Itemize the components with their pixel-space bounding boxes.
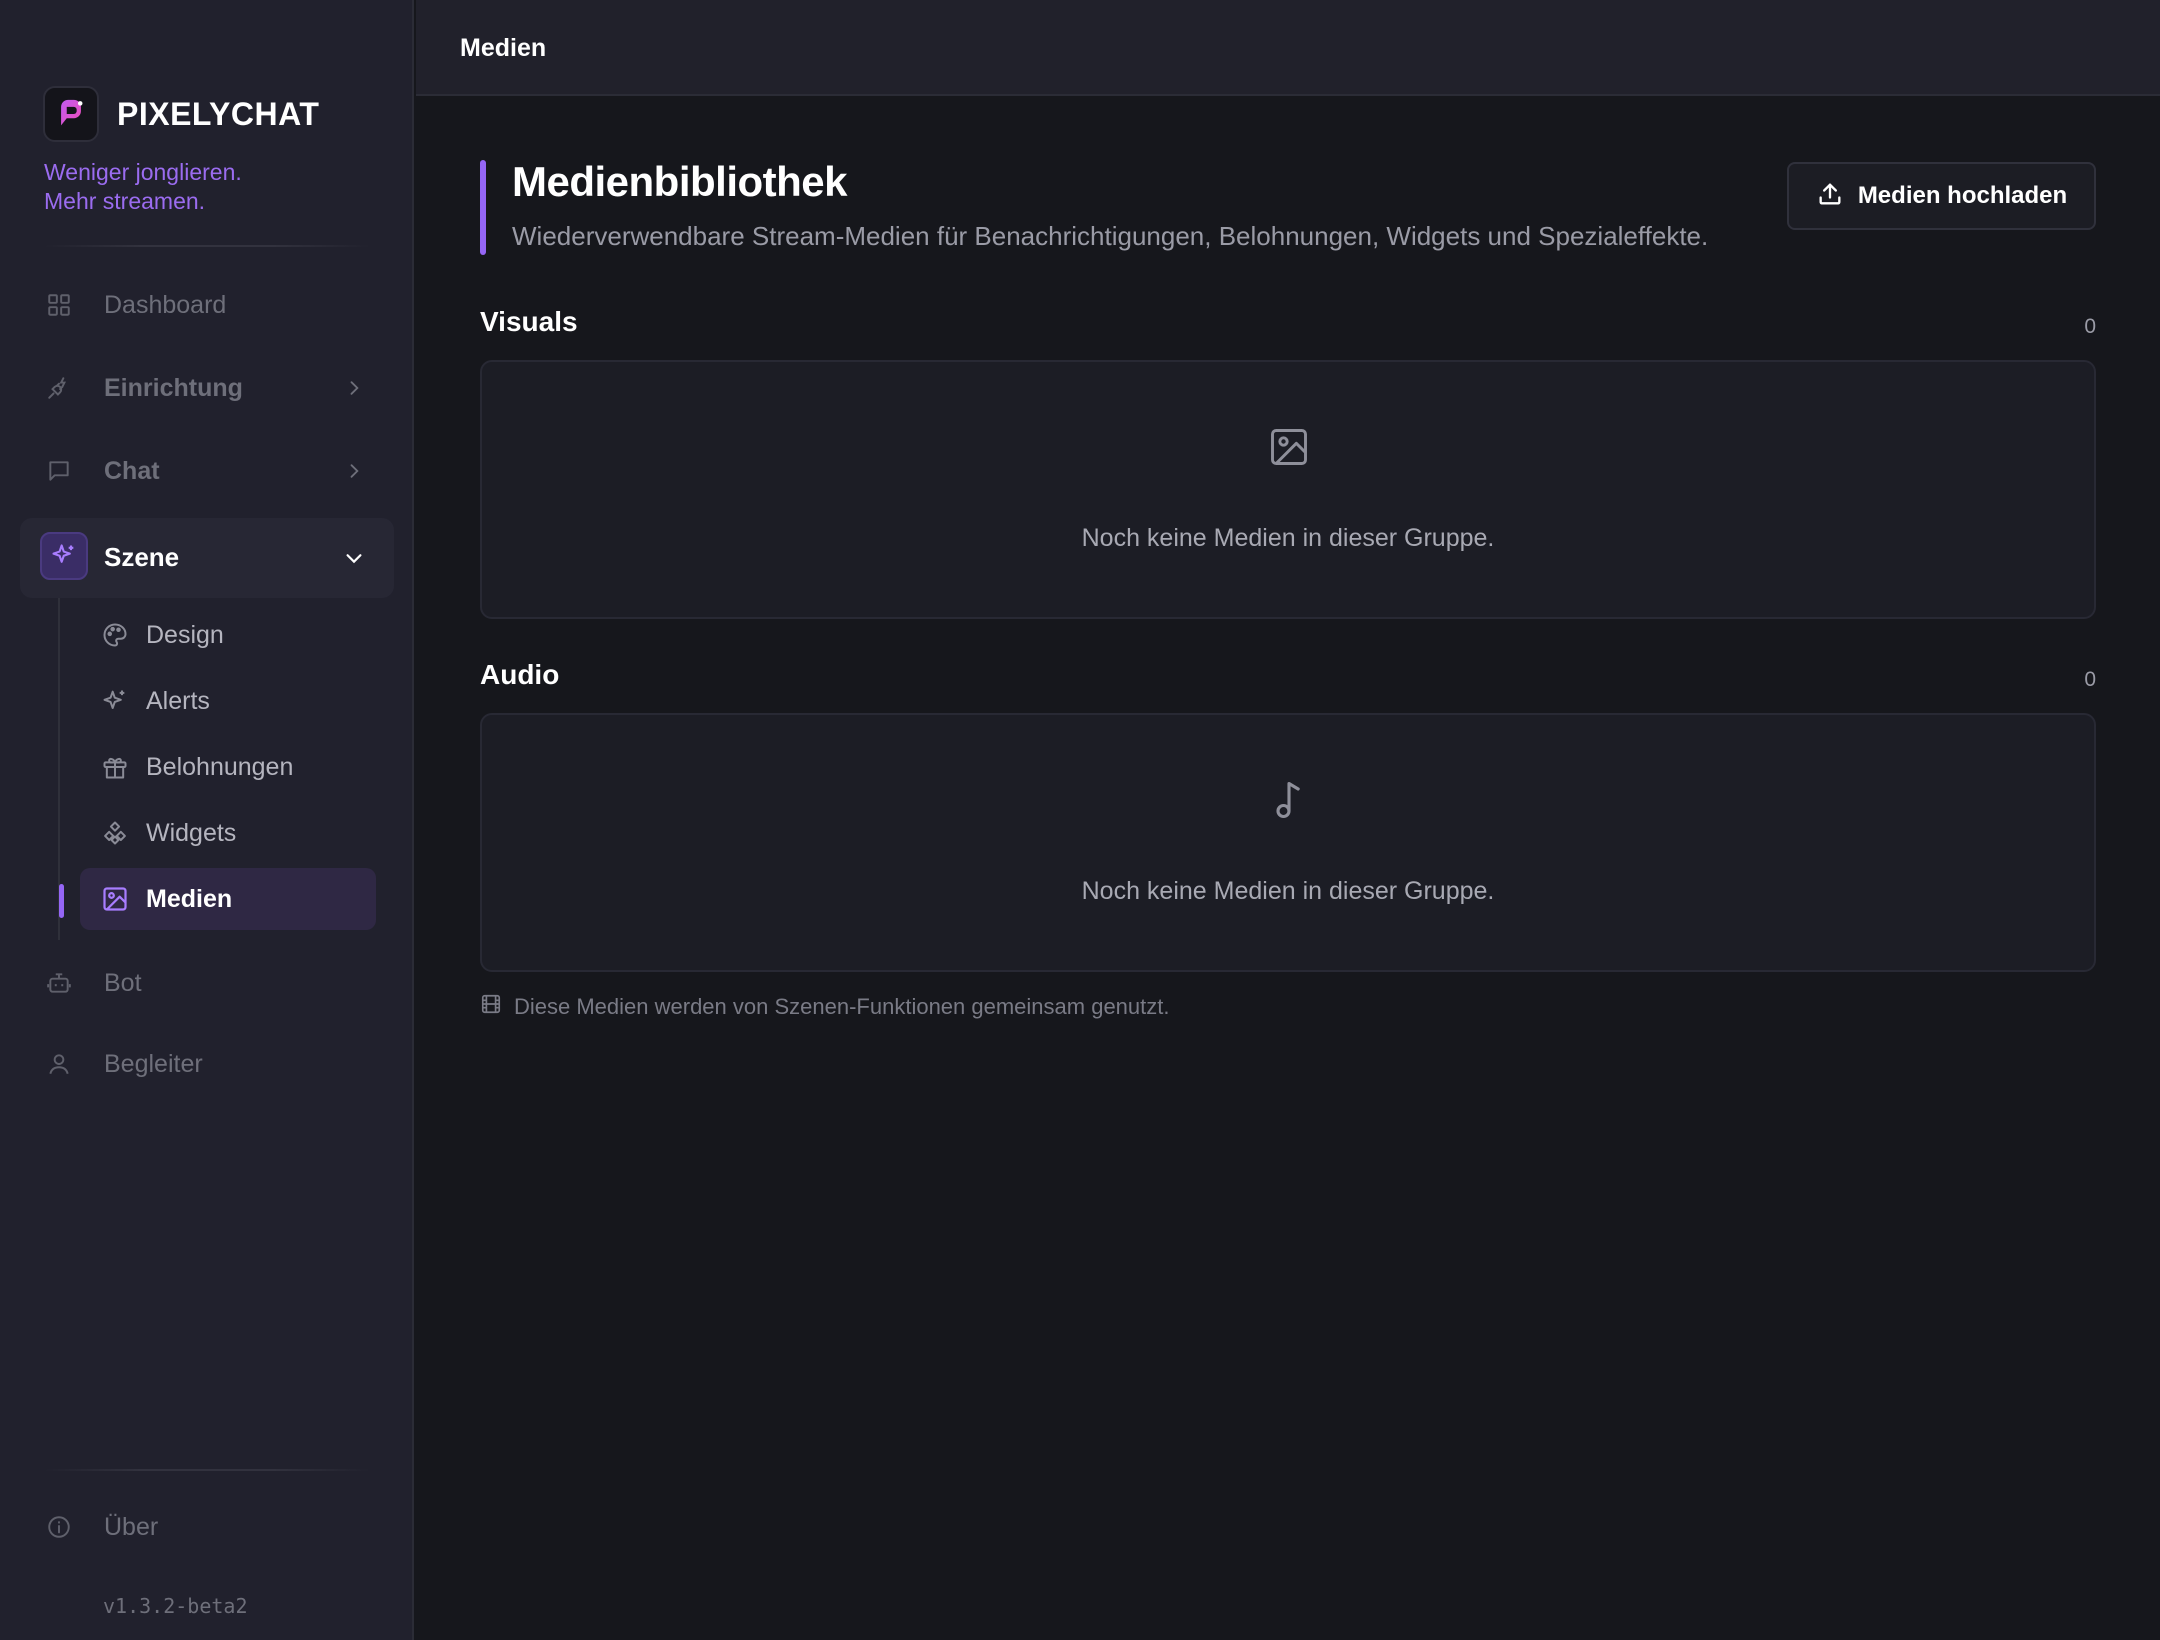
chevron-right-icon — [340, 457, 368, 485]
info-icon — [44, 1512, 74, 1542]
upload-media-label: Medien hochladen — [1857, 182, 2068, 209]
sidebar-item-chat[interactable]: Chat — [44, 441, 374, 501]
sidebar-item-label: Szene — [104, 542, 180, 572]
sidebar-subitem-label: Belohnungen — [146, 752, 294, 781]
sparkles-icon — [40, 532, 88, 580]
empty-state-text: Noch keine Medien in dieser Gruppe. — [1081, 524, 1495, 552]
bot-icon — [44, 968, 74, 998]
music-note-icon — [1266, 777, 1312, 823]
topbar-title: Medien — [460, 34, 547, 62]
sidebar-item-einrichtung[interactable]: Einrichtung — [44, 358, 374, 418]
chevron-right-icon — [340, 374, 368, 402]
empty-state-text: Noch keine Medien in dieser Gruppe. — [1081, 877, 1495, 905]
tagline-line-1: Weniger jonglieren. — [44, 159, 242, 185]
sidebar-item-begleiter[interactable]: Begleiter — [44, 1034, 374, 1094]
sidebar-subitem-alerts[interactable]: Alerts — [80, 670, 376, 732]
brand[interactable]: PIXELYCHAT — [43, 86, 319, 142]
version-label: v1.3.2-beta2 — [103, 1594, 248, 1618]
section-title-visuals: Visuals — [480, 306, 578, 337]
chevron-down-icon — [340, 544, 368, 572]
media-panel-audio[interactable]: Noch keine Medien in dieser Gruppe. — [480, 713, 2096, 972]
gift-icon — [100, 752, 130, 782]
film-icon — [480, 993, 502, 1020]
active-indicator — [59, 884, 64, 918]
tagline: Weniger jonglieren. Mehr streamen. — [44, 158, 242, 216]
footnote-text: Diese Medien werden von Szenen-Funktione… — [514, 993, 1170, 1019]
page-subtitle: Wiederverwendbare Stream-Medien für Bena… — [512, 221, 1709, 251]
shapes-icon — [100, 818, 130, 848]
user-icon — [44, 1049, 74, 1079]
message-icon — [44, 456, 74, 486]
sidebar-divider — [44, 245, 370, 247]
sidebar: PIXELYCHAT Weniger jonglieren. Mehr stre… — [0, 0, 414, 1640]
sidebar-subitem-label: Alerts — [146, 686, 210, 715]
section-count-audio: 0 — [2084, 668, 2096, 691]
upload-icon — [1816, 180, 1844, 213]
grid-icon — [44, 290, 74, 320]
sidebar-subitem-label: Widgets — [146, 818, 237, 847]
sidebar-subitem-label: Design — [146, 620, 224, 649]
sidebar-subitem-medien[interactable]: Medien — [80, 868, 376, 930]
sidebar-item-label: Über — [104, 1512, 159, 1541]
sidebar-subitem-widgets[interactable]: Widgets — [80, 802, 376, 864]
sidebar-subitem-design[interactable]: Design — [80, 604, 376, 666]
media-panel-visuals[interactable]: Noch keine Medien in dieser Gruppe. — [480, 360, 2096, 619]
sparkles-icon — [100, 686, 130, 716]
image-icon — [100, 884, 130, 914]
sidebar-divider-bottom — [44, 1469, 370, 1471]
plug-icon — [44, 373, 74, 403]
upload-media-button[interactable]: Medien hochladen — [1787, 162, 2096, 230]
sidebar-item-bot[interactable]: Bot — [44, 953, 374, 1013]
footnote: Diese Medien werden von Szenen-Funktione… — [480, 993, 1170, 1020]
page-title: Medienbibliothek — [512, 158, 848, 205]
top-bar: Medien — [416, 0, 2160, 96]
tagline-line-2: Mehr streamen. — [44, 188, 206, 214]
title-accent-bar — [480, 160, 486, 255]
sidebar-item-label: Bot — [104, 968, 142, 997]
sidebar-item-ueber[interactable]: Über — [44, 1497, 374, 1557]
sidebar-item-dashboard[interactable]: Dashboard — [44, 275, 374, 335]
sidebar-item-label: Begleiter — [104, 1049, 203, 1078]
image-icon — [1266, 424, 1312, 470]
sidebar-item-label: Einrichtung — [104, 373, 243, 402]
sidebar-subitem-belohnungen[interactable]: Belohnungen — [80, 736, 376, 798]
section-count-visuals: 0 — [2084, 315, 2096, 338]
sidebar-item-szene[interactable]: Szene — [20, 518, 394, 598]
section-title-audio: Audio — [480, 659, 560, 690]
sidebar-item-label: Dashboard — [104, 290, 227, 319]
palette-icon — [100, 620, 130, 650]
brand-name: PIXELYCHAT — [117, 95, 320, 132]
sidebar-subitem-label: Medien — [146, 884, 233, 913]
logo-icon — [43, 86, 99, 142]
sidebar-item-label: Chat — [104, 456, 160, 485]
